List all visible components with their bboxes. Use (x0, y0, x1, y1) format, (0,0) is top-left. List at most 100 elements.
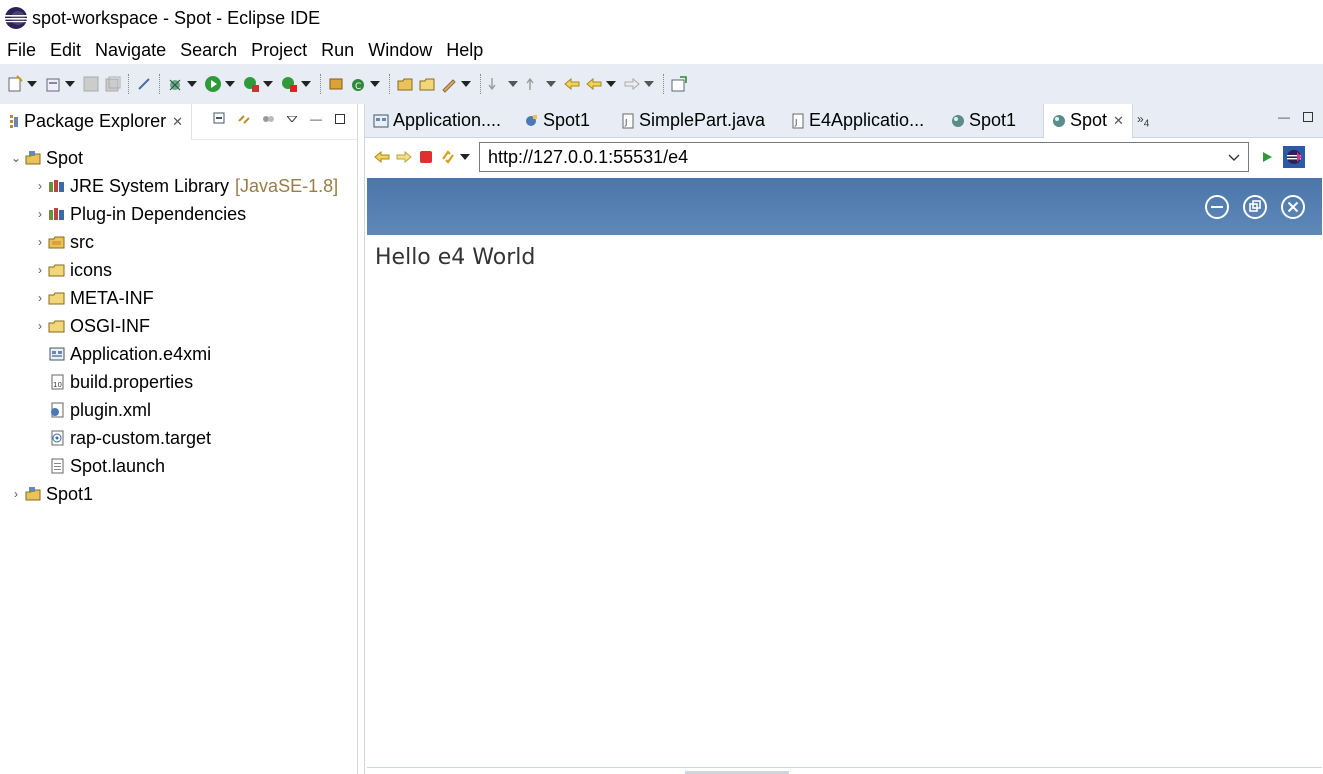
chevron-down-icon[interactable] (26, 73, 38, 95)
new-icon[interactable] (4, 73, 26, 95)
save-icon[interactable] (80, 73, 102, 95)
menu-window[interactable]: Window (361, 40, 439, 61)
menu-project[interactable]: Project (244, 40, 314, 61)
tree-row-plugin-xml[interactable]: plugin.xml (0, 396, 357, 424)
tree-label: META-INF (70, 287, 154, 308)
tree-row-plugin-dependencies[interactable]: › Plug-in Dependencies (0, 200, 357, 228)
previous-annotation-icon[interactable] (523, 73, 545, 95)
chevron-right-icon[interactable]: › (32, 234, 48, 250)
tree-row-build-properties[interactable]: 10 build.properties (0, 368, 357, 396)
chevron-right-icon[interactable]: › (32, 178, 48, 194)
tree-row-spot[interactable]: ⌄ Spot (0, 144, 357, 172)
chevron-down-icon[interactable] (643, 73, 655, 95)
open-task-icon[interactable] (416, 73, 438, 95)
url-input[interactable]: http://127.0.0.1:55531/e4 (479, 142, 1249, 172)
minimize-icon[interactable]: — (1277, 110, 1291, 124)
chevron-down-icon[interactable] (300, 73, 312, 95)
close-icon[interactable]: ✕ (172, 114, 183, 130)
maximize-icon[interactable] (331, 110, 349, 128)
tab-e4application[interactable]: J E4Applicatio... (783, 104, 943, 138)
last-edit-location-icon[interactable] (561, 73, 583, 95)
tree-row-application-e4xmi[interactable]: Application.e4xmi (0, 340, 357, 368)
close-icon[interactable]: ✕ (1113, 113, 1124, 129)
chevron-down-icon[interactable] (460, 73, 472, 95)
stop-icon[interactable] (415, 146, 437, 168)
svg-text:J: J (624, 118, 627, 127)
chevron-down-icon[interactable] (545, 73, 557, 95)
chevron-down-icon[interactable] (1226, 149, 1242, 165)
save-all-icon[interactable] (102, 73, 124, 95)
target-file-icon (48, 429, 66, 447)
tree-row-icons[interactable]: › icons (0, 256, 357, 284)
debug-icon[interactable] (164, 73, 186, 95)
restore-icon[interactable] (1242, 194, 1268, 220)
chevron-down-icon[interactable] (507, 73, 519, 95)
tab-spot-browser[interactable]: Spot ✕ (1043, 103, 1133, 138)
chevron-right-icon[interactable]: › (32, 262, 48, 278)
close-icon[interactable] (1280, 194, 1306, 220)
tab-overflow-chevron[interactable]: »4 (1137, 112, 1149, 129)
chevron-right-icon[interactable]: › (32, 290, 48, 306)
tab-package-explorer[interactable]: Package Explorer ✕ (0, 103, 192, 140)
link-with-editor-icon[interactable] (235, 110, 253, 128)
maximize-icon[interactable] (1301, 110, 1315, 124)
tab-simplepart-java[interactable]: J SimplePart.java (613, 104, 783, 138)
minimize-icon[interactable] (1204, 194, 1230, 220)
package-explorer-tabbar: Package Explorer ✕ — (0, 103, 357, 140)
chevron-right-icon[interactable]: › (32, 318, 48, 334)
new-package-icon[interactable] (42, 73, 64, 95)
tree-row-meta-inf[interactable]: › META-INF (0, 284, 357, 312)
pencil-icon[interactable] (438, 73, 460, 95)
back-icon[interactable] (371, 146, 393, 168)
chevron-down-icon[interactable] (262, 73, 274, 95)
menu-edit[interactable]: Edit (43, 40, 88, 61)
new-java-package-icon[interactable] (325, 73, 347, 95)
tree-row-spot1[interactable]: › Spot1 (0, 480, 357, 508)
chevron-right-icon[interactable]: › (8, 486, 24, 502)
toggle-breadcrumb-icon[interactable] (133, 73, 155, 95)
minimize-icon[interactable]: — (307, 110, 325, 128)
coverage-icon[interactable] (240, 73, 262, 95)
collapse-all-icon[interactable] (211, 110, 229, 128)
tab-application-e4xmi[interactable]: Application.... (365, 104, 515, 138)
tree-row-osgi-inf[interactable]: › OSGI-INF (0, 312, 357, 340)
eclipse-browser-icon[interactable] (1283, 146, 1305, 168)
view-menu-icon[interactable] (283, 110, 301, 128)
menu-search[interactable]: Search (173, 40, 244, 61)
menu-run[interactable]: Run (314, 40, 361, 61)
eclipse-logo-icon (5, 7, 27, 29)
tree-label: JRE System Library (70, 175, 230, 196)
back-icon[interactable] (583, 73, 605, 95)
tree-row-spot-launch[interactable]: Spot.launch (0, 452, 357, 480)
forward-icon[interactable] (621, 73, 643, 95)
chevron-down-icon[interactable] (605, 73, 617, 95)
tab-spot1-plugin[interactable]: Spot1 (515, 104, 613, 138)
chevron-right-icon[interactable]: › (32, 206, 48, 222)
refresh-icon[interactable] (437, 146, 459, 168)
open-perspective-icon[interactable] (668, 73, 690, 95)
chevron-down-icon[interactable] (224, 73, 236, 95)
external-tools-icon[interactable] (278, 73, 300, 95)
open-type-icon[interactable] (394, 73, 416, 95)
chevron-down-icon[interactable] (64, 73, 76, 95)
filter-icon[interactable] (259, 110, 277, 128)
chevron-down-icon[interactable] (186, 73, 198, 95)
tree-row-jre-system-library[interactable]: › JRE System Library [JavaSE-1.8] (0, 172, 357, 200)
new-class-icon[interactable]: C (347, 73, 369, 95)
title-bar: spot-workspace - Spot - Eclipse IDE (0, 0, 1323, 36)
chevron-down-icon[interactable] (369, 73, 381, 95)
svg-text:10: 10 (53, 381, 62, 389)
menu-help[interactable]: Help (439, 40, 490, 61)
tree-row-src[interactable]: › src (0, 228, 357, 256)
menu-file[interactable]: File (0, 40, 43, 61)
go-icon[interactable] (1257, 147, 1277, 167)
tab-spot1-browser[interactable]: Spot1 (943, 104, 1043, 138)
chevron-down-icon[interactable] (459, 146, 471, 168)
overflow-count: 4 (1143, 118, 1150, 130)
tree-row-rap-custom-target[interactable]: rap-custom.target (0, 424, 357, 452)
menu-navigate[interactable]: Navigate (88, 40, 173, 61)
run-icon[interactable] (202, 73, 224, 95)
chevron-down-icon[interactable]: ⌄ (8, 150, 24, 166)
forward-icon[interactable] (393, 146, 415, 168)
next-annotation-icon[interactable] (485, 73, 507, 95)
